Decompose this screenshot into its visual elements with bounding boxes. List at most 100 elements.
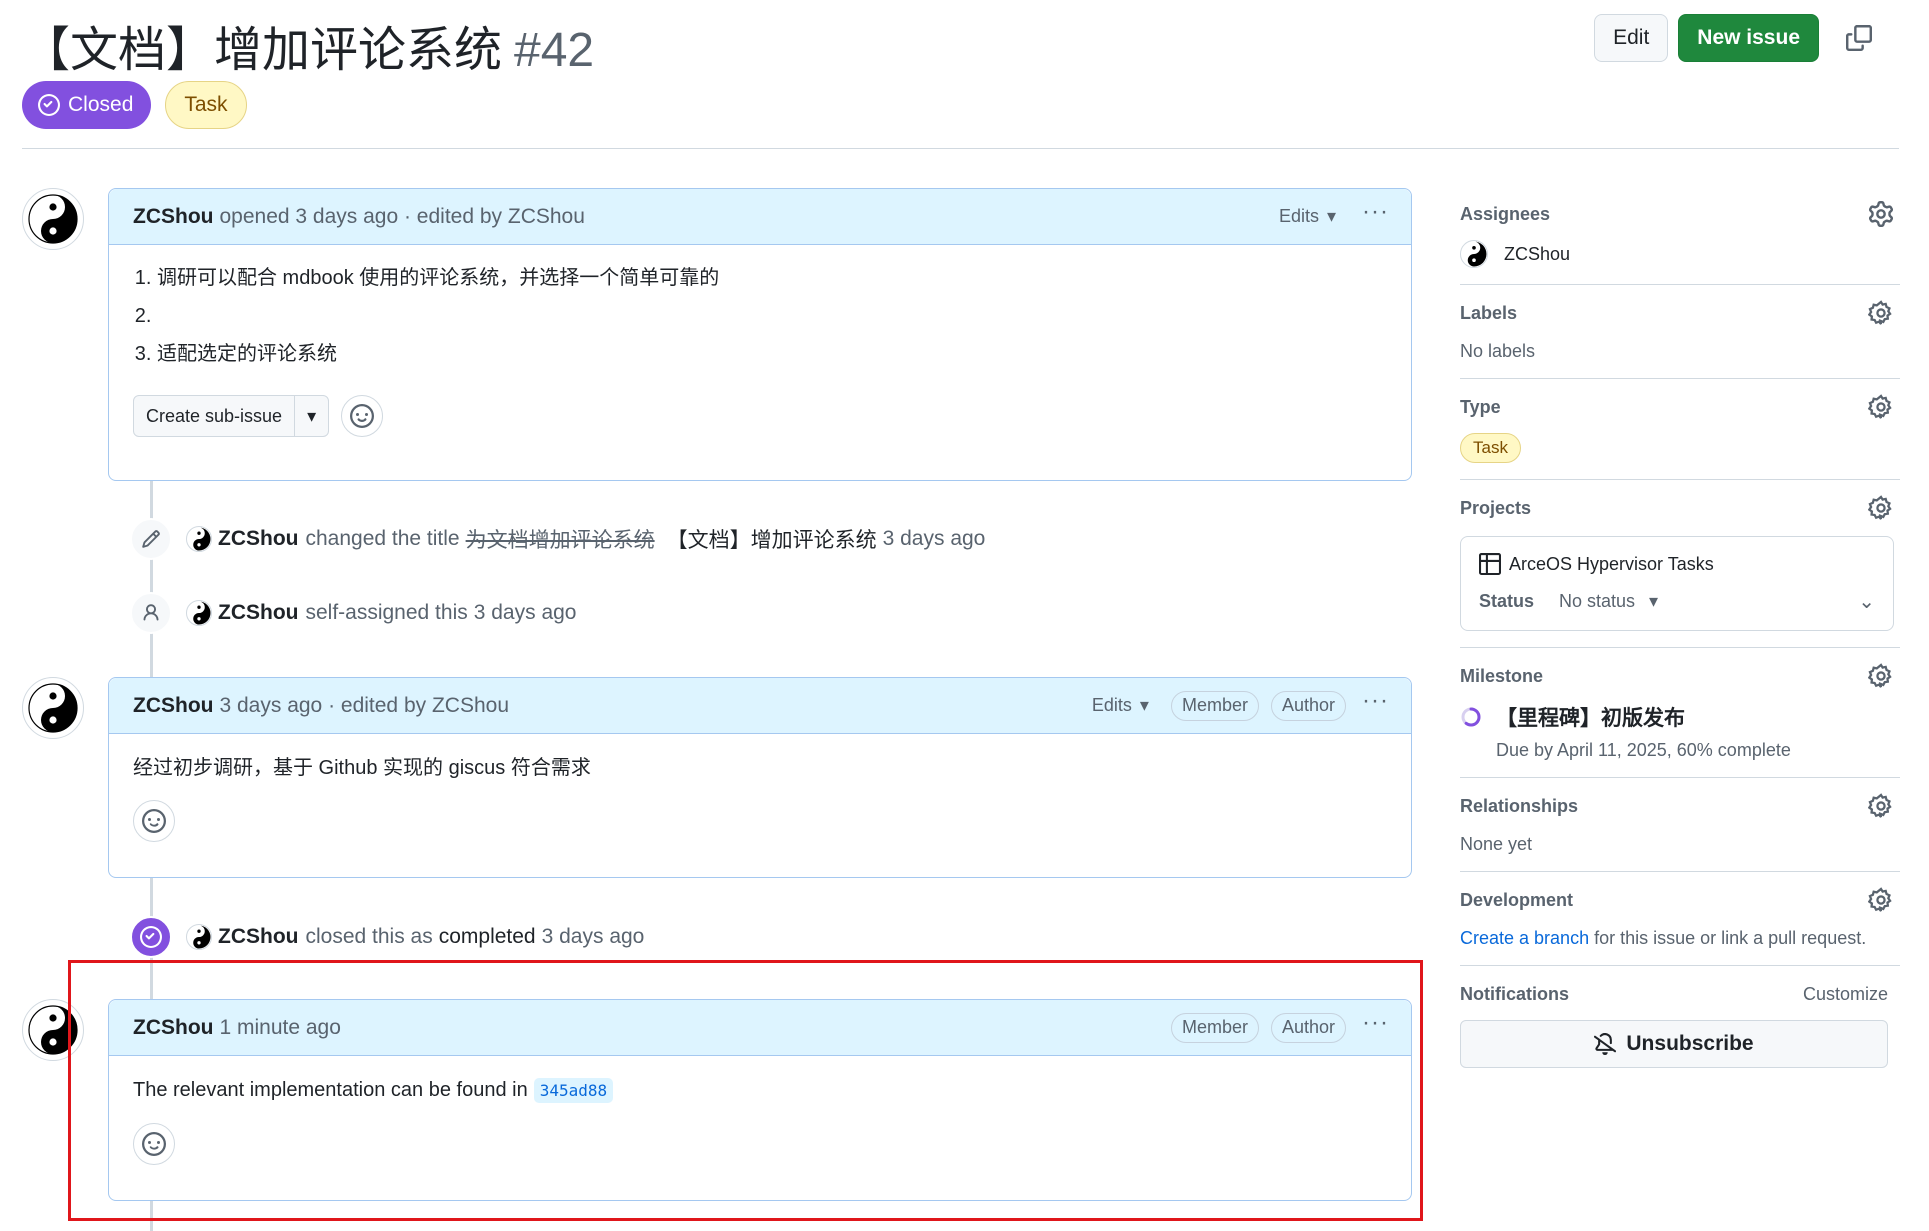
milestone-title: Milestone [1460,665,1544,686]
gear-icon[interactable] [1868,663,1894,689]
edits-dropdown[interactable]: Edits ▾ [1092,695,1149,716]
list-item: 适配选定的评论系统 [157,341,1387,367]
gear-icon[interactable] [1868,394,1894,420]
projects-section: Projects ArceOS Hypervisor Tasks Status … [1460,480,1900,648]
labels-title: Labels [1460,302,1518,323]
gear-icon[interactable] [1868,887,1894,913]
event-state: completed [438,925,536,948]
event-text: changed the title [305,527,460,550]
gear-icon[interactable] [1868,300,1894,326]
edits-dropdown[interactable]: Edits ▾ [1279,206,1336,227]
development-title: Development [1460,889,1574,910]
highlight-box [68,960,1423,1221]
milestone-progress-icon [1461,707,1481,727]
avatar [1460,240,1488,268]
pencil-icon [130,518,172,560]
add-reaction-button[interactable] [133,800,175,842]
list-item: 调研可以配合 mdbook 使用的评论系统，并选择一个简单可靠的 [157,265,1387,291]
gear-icon[interactable] [1868,495,1894,521]
status-value: No status [1559,591,1636,611]
type-badge[interactable]: Task [165,81,247,129]
comment-text: 经过初步调研，基于 Github 实现的 giscus 符合需求 [133,757,591,779]
comment-meta: 3 days ago · edited by ZCShou [219,693,509,717]
avatar[interactable] [186,924,212,950]
closed-badge-label: Closed [68,93,134,116]
create-sub-issue-label[interactable]: Create sub-issue [134,396,296,436]
type-section: Type Task [1460,379,1900,480]
unsubscribe-button[interactable]: Unsubscribe [1460,1020,1888,1068]
type-title: Type [1460,396,1501,417]
issue-title: 【文档】增加评论系统 #42 [22,10,594,80]
notifications-section: Notifications Customize Unsubscribe [1460,966,1900,1084]
more-options-icon[interactable]: ··· [1362,199,1389,234]
project-name-label[interactable]: ArceOS Hypervisor Tasks [1509,554,1714,575]
comment-author[interactable]: ZCShou [133,694,213,718]
closed-badge: Closed [22,81,152,129]
edit-button[interactable]: Edit [1594,14,1669,62]
event-author[interactable]: ZCShou [218,601,298,625]
new-issue-button[interactable]: New issue [1678,14,1819,62]
assignees-title: Assignees [1460,203,1551,224]
relationships-section: Relationships None yet [1460,778,1900,872]
event-text: closed this as [305,925,433,948]
event-author[interactable]: ZCShou [218,527,298,551]
development-text: Create a branch for this issue or link a… [1460,928,1900,949]
gear-icon[interactable] [1868,201,1894,227]
relationships-value: None yet [1460,834,1533,854]
chevron-down-icon[interactable]: ⌄ [1858,589,1875,614]
milestone-link[interactable]: 【里程碑】初版发布 [1460,702,1900,732]
new-title: 【文档】增加评论系统 [666,529,877,552]
old-title: 为文档增加评论系统 [465,529,655,552]
edits-label: Edits [1278,206,1319,226]
event-time[interactable]: 3 days ago [474,601,577,625]
issue-title-text: 【文档】增加评论系统 [22,24,503,77]
timeline-event-closed: ZCShou closed this as completed 3 days a… [130,916,644,958]
project-card: ArceOS Hypervisor Tasks Status No status… [1460,536,1894,631]
header-divider [22,148,1899,149]
project-name[interactable]: ArceOS Hypervisor Tasks [1479,553,1875,575]
event-text: self-assigned this [305,601,468,624]
create-branch-link[interactable]: Create a branch [1460,928,1589,948]
development-section: Development Create a branch for this iss… [1460,872,1900,966]
comment: ZCShou 3 days ago · edited by ZCShou Edi… [108,677,1412,878]
event-time[interactable]: 3 days ago [883,527,986,551]
status-dropdown[interactable]: No status ▾ [1559,591,1658,612]
header-actions: Edit New issue [1594,14,1879,62]
avatar[interactable] [186,600,212,626]
timeline-event-assign: ZCShou self-assigned this 3 days ago [130,592,576,634]
labels-section: Labels No labels [1460,285,1900,379]
comment-body: 调研可以配合 mdbook 使用的评论系统，并选择一个简单可靠的 适配选定的评论… [109,245,1411,457]
gear-icon[interactable] [1868,793,1894,819]
avatar[interactable] [22,188,84,250]
comment-author[interactable]: ZCShou [133,205,213,229]
copy-link-icon[interactable] [1839,18,1879,58]
table-icon [1479,553,1501,575]
milestone-due: Due by April 11, 2025, 60% complete [1496,740,1791,760]
caret-down-icon: ▾ [1649,591,1659,611]
avatar[interactable] [22,677,84,739]
customize-link[interactable]: Customize [1803,984,1888,1005]
notifications-title: Notifications [1460,983,1570,1004]
event-author[interactable]: ZCShou [218,925,298,949]
caret-down-icon: ▾ [1326,206,1337,226]
caret-down-icon: ▾ [1139,695,1149,715]
assignee-user[interactable]: ZCShou [1460,240,1900,268]
comment-header: ZCShou 3 days ago · edited by ZCShou Edi… [109,678,1411,734]
event-time[interactable]: 3 days ago [542,925,645,949]
add-reaction-button[interactable] [341,395,384,437]
more-options-icon[interactable]: ··· [1362,688,1389,723]
smiley-icon [350,404,375,428]
issue-number: #42 [514,24,595,77]
milestone-section: Milestone 【里程碑】初版发布 Due by April 11, 202… [1460,648,1900,778]
caret-down-icon[interactable]: ▾ [295,396,328,436]
avatar[interactable] [186,526,212,552]
create-sub-issue-button[interactable]: Create sub-issue ▾ [133,395,330,437]
comment-header: ZCShou opened 3 days ago · edited by ZCS… [109,189,1411,245]
assignee-name[interactable]: ZCShou [1504,244,1570,265]
labels-value: No labels [1460,341,1536,361]
comment-body: 经过初步调研，基于 Github 实现的 giscus 符合需求 [109,734,1411,862]
issue-body-comment: ZCShou opened 3 days ago · edited by ZCS… [108,188,1412,481]
author-badge: Author [1270,690,1347,721]
milestone-name[interactable]: 【里程碑】初版发布 [1496,702,1685,732]
type-value-badge[interactable]: Task [1460,433,1521,463]
